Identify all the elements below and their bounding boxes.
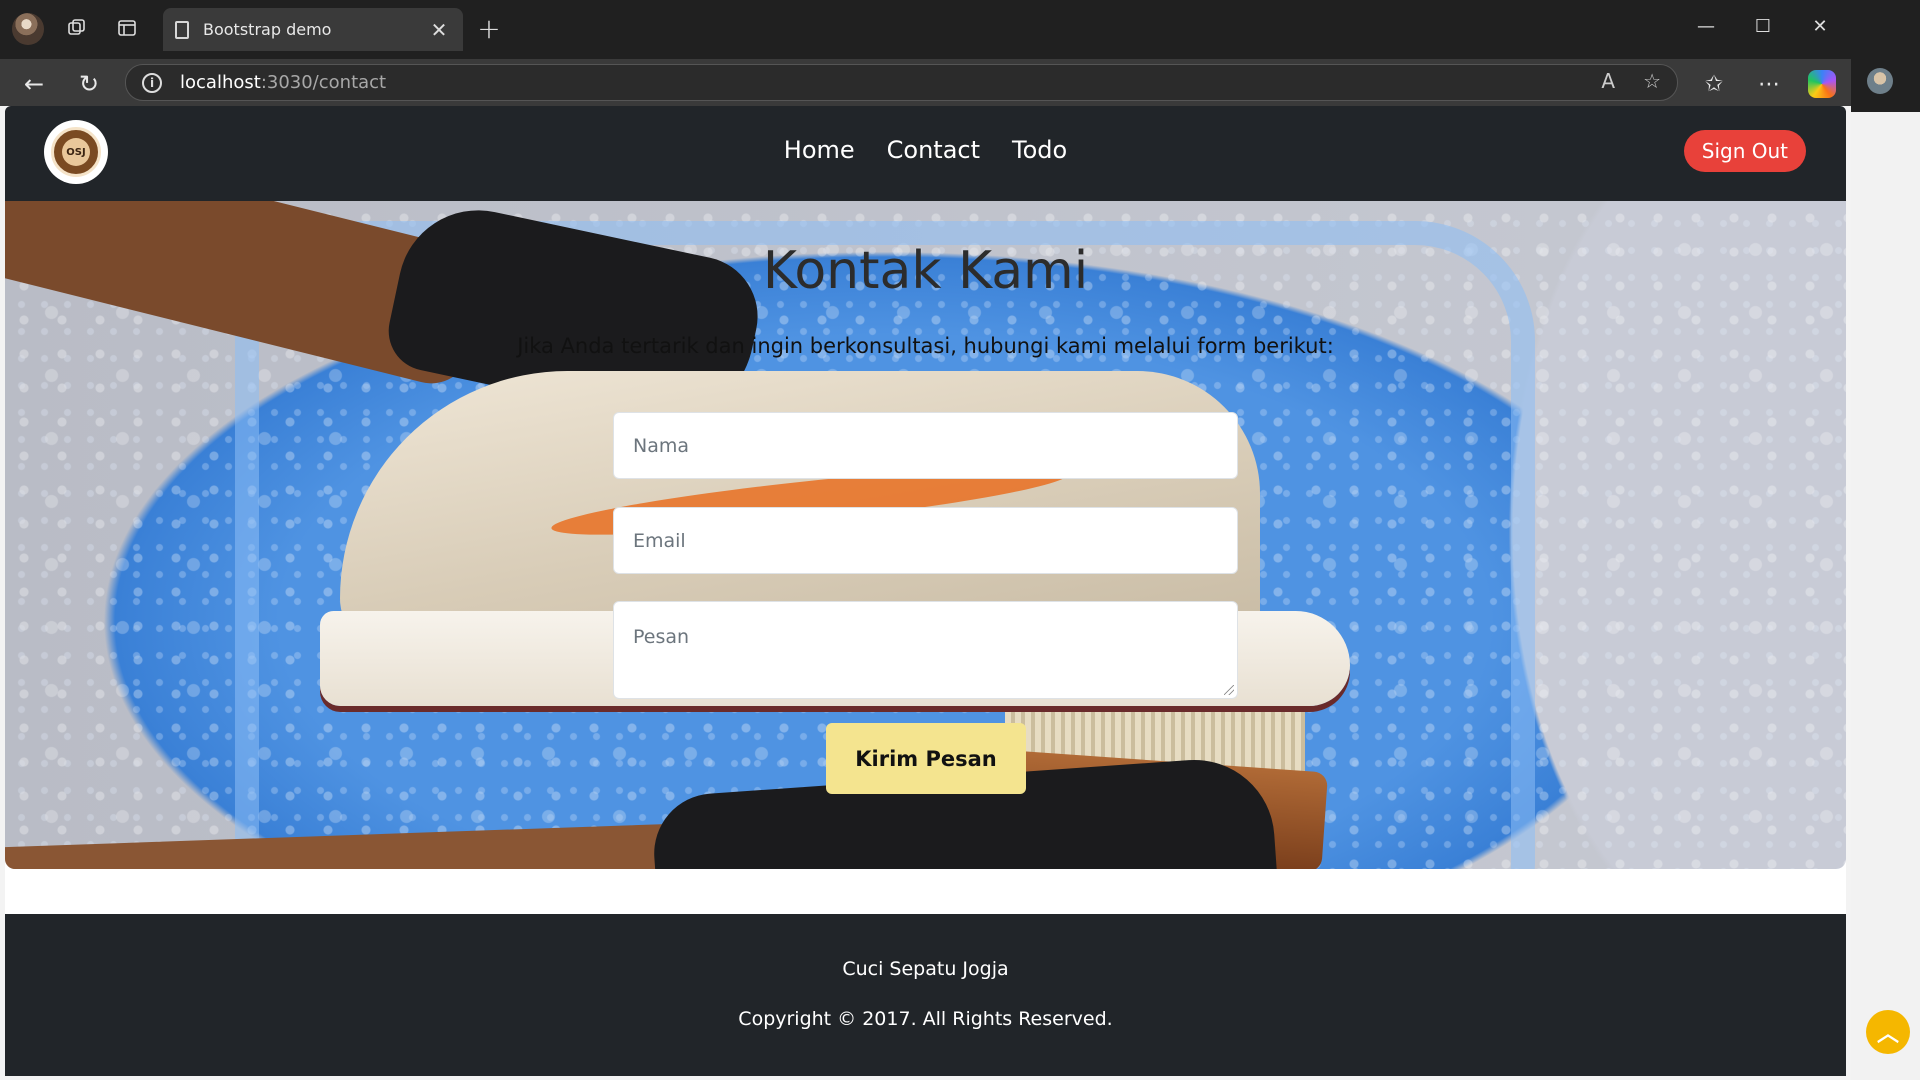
new-tab-icon[interactable]: + [474, 12, 504, 45]
sign-out-button[interactable]: Sign Out [1683, 130, 1806, 172]
scroll-to-top-button[interactable]: ︿ [1866, 1010, 1910, 1054]
footer-copyright: Copyright © 2017. All Rights Reserved. [738, 1008, 1113, 1030]
nav-link-todo[interactable]: Todo [1012, 136, 1067, 164]
reload-icon[interactable]: ↻ [72, 67, 106, 101]
name-input[interactable]: Nama [613, 412, 1238, 479]
close-tab-icon[interactable]: ✕ [427, 18, 451, 42]
message-placeholder: Pesan [633, 626, 690, 648]
browser-toolbar: ← ↻ i localhost:3030/contact A ☆ ✩ ⋯ [0, 59, 1851, 106]
minimize-icon[interactable]: — [1686, 10, 1726, 42]
browser-tab-active[interactable]: Bootstrap demo ✕ [163, 8, 463, 51]
site-footer: Cuci Sepatu Jogja Copyright © 2017. All … [5, 914, 1846, 1076]
nav-link-home[interactable]: Home [784, 136, 855, 164]
browser-titlebar: Bootstrap demo ✕ + — ☐ ✕ [0, 0, 1851, 59]
address-bar[interactable]: i localhost:3030/contact A ☆ [125, 64, 1678, 101]
page-title: Kontak Kami [762, 241, 1089, 301]
copilot-icon[interactable] [1805, 67, 1839, 101]
message-textarea[interactable]: Pesan [613, 601, 1238, 699]
nav-link-contact[interactable]: Contact [887, 136, 980, 164]
url-path: :3030/contact [260, 72, 387, 93]
more-menu-icon[interactable]: ⋯ [1752, 67, 1786, 101]
email-input[interactable]: Email [613, 507, 1238, 574]
footer-brand: Cuci Sepatu Jogja [842, 958, 1009, 980]
resize-handle-icon[interactable] [1224, 685, 1234, 695]
close-window-icon[interactable]: ✕ [1800, 10, 1840, 42]
back-arrow-icon[interactable]: ← [17, 67, 51, 101]
tab-title: Bootstrap demo [203, 20, 332, 39]
url-host: localhost [180, 72, 261, 93]
name-placeholder: Nama [633, 434, 690, 457]
page-icon [175, 20, 189, 39]
send-message-button[interactable]: Kirim Pesan [826, 723, 1026, 794]
tab-actions-icon[interactable] [112, 13, 142, 43]
chevron-up-icon: ︿ [1876, 1022, 1899, 1047]
profile-avatar[interactable] [12, 13, 44, 45]
favorite-star-icon[interactable]: ☆ [1643, 69, 1661, 93]
email-placeholder: Email [633, 529, 686, 552]
site-info-icon[interactable]: i [142, 72, 162, 93]
side-avatar[interactable] [1867, 68, 1893, 94]
maximize-icon[interactable]: ☐ [1743, 10, 1783, 42]
contact-hero: Kontak Kami Jika Anda tertarik dan ingin… [5, 201, 1846, 869]
page-viewport: OSJ Home Contact Todo Sign Out Kontak Ka… [5, 106, 1846, 1076]
side-panel [1851, 0, 1920, 1080]
workspaces-icon[interactable] [62, 13, 92, 43]
site-navbar: OSJ Home Contact Todo Sign Out [5, 106, 1846, 201]
favorites-icon[interactable]: ✩ [1697, 67, 1731, 101]
page-subtitle: Jika Anda tertarik dan ingin berkonsulta… [517, 334, 1334, 358]
nav-menu: Home Contact Todo [5, 136, 1846, 164]
read-aloud-icon[interactable]: A [1601, 69, 1615, 93]
